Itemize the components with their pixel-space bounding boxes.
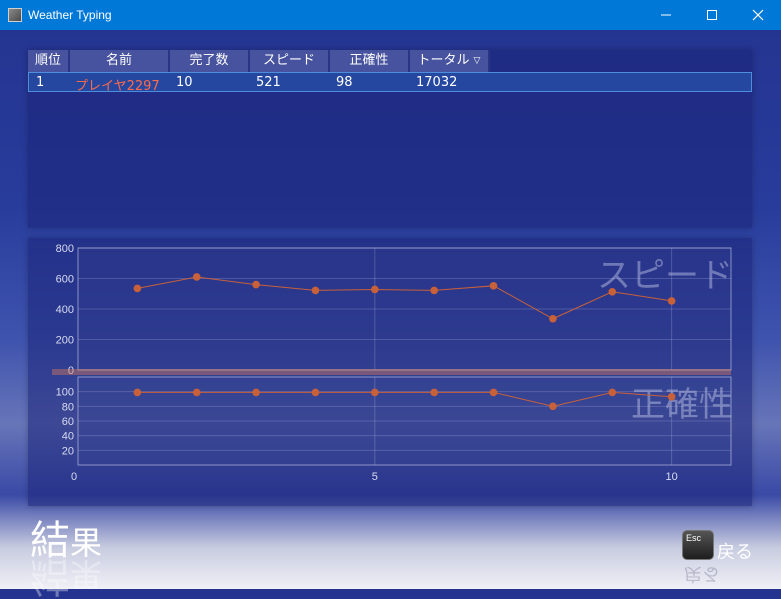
data-point xyxy=(430,388,438,397)
data-point xyxy=(549,314,557,323)
chart-watermark-0: スピード xyxy=(597,256,733,296)
x-tick-label: 10 xyxy=(666,471,678,483)
cell-name: プレイヤ2297 xyxy=(75,79,160,94)
minimize-button[interactable] xyxy=(643,0,689,30)
data-point xyxy=(371,388,379,397)
back-label-reflection: 戻る xyxy=(684,563,720,584)
column-header-completed[interactable]: 完了数 xyxy=(170,50,250,72)
data-point xyxy=(252,280,260,289)
close-icon xyxy=(752,9,764,21)
data-point xyxy=(489,388,498,397)
cell-accuracy: 98 xyxy=(336,75,353,90)
reflection-small: 果 xyxy=(70,555,103,593)
data-point xyxy=(252,388,260,397)
cell-completed: 10 xyxy=(176,75,193,90)
column-header-rank[interactable]: 順位 xyxy=(28,50,70,72)
data-point xyxy=(133,388,142,397)
ranking-panel: 順位 名前 完了数 スピード 正確性 トータル ▽ 1 プレイヤ2297 10 5… xyxy=(28,50,752,228)
column-header-accuracy[interactable]: 正確性 xyxy=(330,50,410,72)
data-point xyxy=(608,287,617,296)
title-bar: Weather Typing xyxy=(0,0,781,30)
y-tick-label: 40 xyxy=(62,431,74,443)
back-label[interactable]: 戻る xyxy=(717,538,753,564)
y-tick-label: 800 xyxy=(56,243,74,255)
x-tick-label: 0 xyxy=(71,471,77,483)
data-point xyxy=(311,286,320,295)
esc-key-button[interactable]: Esc xyxy=(682,530,714,560)
column-header-total-label: トータル xyxy=(417,53,470,68)
result-charts: 0200400600800スピード20406080100正確性0510 xyxy=(52,243,733,483)
chart-watermark-1: 正確性 xyxy=(631,385,733,425)
y-tick-label: 200 xyxy=(56,335,74,347)
data-point xyxy=(311,388,320,397)
table-row[interactable]: 1 プレイヤ2297 10 521 98 17032 xyxy=(28,72,752,94)
column-header-total[interactable]: トータル ▽ xyxy=(410,50,490,72)
result-heading-reflection: 結果 xyxy=(30,553,103,599)
data-point xyxy=(489,282,498,290)
minimize-icon xyxy=(661,14,671,16)
cell-speed: 521 xyxy=(256,75,281,90)
y-tick-label: 80 xyxy=(62,401,74,413)
column-header-speed[interactable]: スピード xyxy=(250,50,330,72)
ranking-header: 順位 名前 完了数 スピード 正確性 トータル ▽ xyxy=(28,50,490,72)
data-point xyxy=(430,286,438,295)
maximize-icon xyxy=(707,10,717,20)
y-tick-label: 100 xyxy=(56,387,74,399)
data-point xyxy=(192,273,201,281)
data-point xyxy=(608,388,617,397)
data-point xyxy=(133,284,142,293)
chart-panel: 0200400600800スピード20406080100正確性0510 xyxy=(28,238,752,506)
sort-descending-icon: ▽ xyxy=(473,56,481,66)
y-tick-label: 60 xyxy=(62,416,74,428)
data-point xyxy=(192,388,201,397)
window-title: Weather Typing xyxy=(28,8,112,22)
cell-rank: 1 xyxy=(36,75,45,90)
y-tick-label: 400 xyxy=(56,304,74,316)
x-tick-label: 5 xyxy=(372,471,378,483)
y-tick-label: 600 xyxy=(56,274,74,286)
maximize-button[interactable] xyxy=(689,0,735,30)
cell-total: 17032 xyxy=(416,75,458,90)
column-header-name[interactable]: 名前 xyxy=(70,50,170,72)
chart-splitter xyxy=(52,369,731,375)
reflection-big: 結 xyxy=(30,553,70,599)
data-point xyxy=(667,297,676,305)
data-point xyxy=(549,402,557,411)
close-button[interactable] xyxy=(735,0,781,30)
data-point xyxy=(667,393,676,401)
app-icon xyxy=(8,8,22,22)
y-tick-label: 20 xyxy=(62,445,74,457)
data-point xyxy=(371,285,379,294)
